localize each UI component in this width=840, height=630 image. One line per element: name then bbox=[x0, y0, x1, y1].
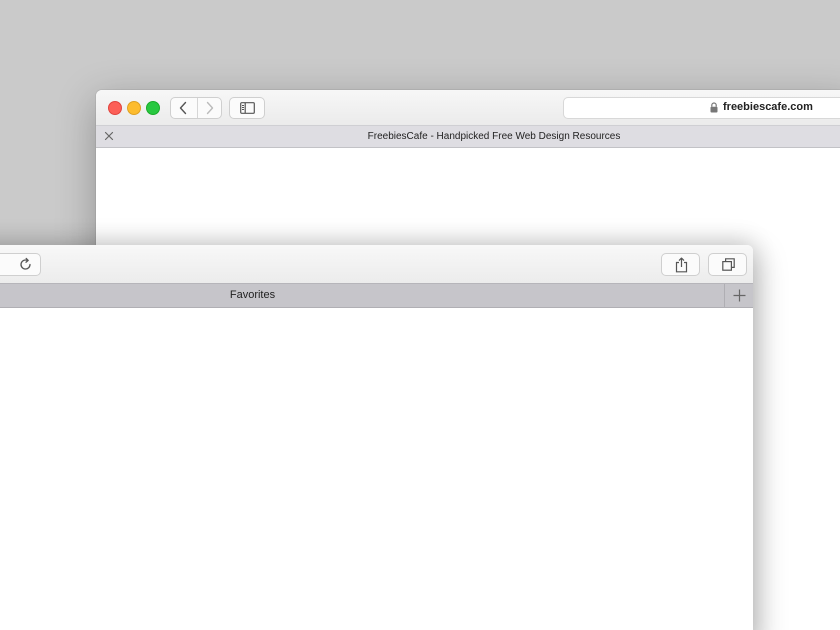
window-minimize-button[interactable] bbox=[127, 101, 141, 115]
chevron-left-icon bbox=[179, 101, 187, 115]
chevron-right-icon bbox=[206, 101, 214, 115]
front-window-tab-bar: Favorites bbox=[0, 283, 753, 308]
forward-button[interactable] bbox=[197, 98, 223, 118]
address-bar-content: freebiescafe.com bbox=[710, 101, 813, 113]
front-window-toolbar bbox=[0, 245, 753, 283]
sidebar-toggle-button[interactable] bbox=[229, 97, 265, 119]
window-close-button[interactable] bbox=[108, 101, 122, 115]
front-browser-window[interactable]: Favorites bbox=[0, 245, 753, 630]
back-window-toolbar: freebiescafe.com bbox=[96, 90, 840, 125]
tab-title[interactable]: Favorites bbox=[0, 289, 545, 301]
window-zoom-button[interactable] bbox=[146, 101, 160, 115]
share-button[interactable] bbox=[661, 253, 700, 276]
tab-title[interactable]: FreebiesCafe - Handpicked Free Web Desig… bbox=[96, 131, 840, 142]
sidebar-icon bbox=[240, 102, 255, 114]
url-text: freebiescafe.com bbox=[723, 101, 813, 113]
navigation-buttons bbox=[170, 97, 222, 119]
lock-icon bbox=[710, 101, 718, 112]
tab-overview-button[interactable] bbox=[708, 253, 747, 276]
plus-icon bbox=[733, 289, 746, 302]
back-button[interactable] bbox=[171, 98, 196, 118]
reload-button[interactable] bbox=[0, 253, 41, 276]
new-tab-button[interactable] bbox=[724, 284, 753, 307]
tab-overview-icon bbox=[722, 258, 735, 271]
address-bar[interactable]: freebiescafe.com bbox=[563, 97, 840, 119]
share-icon bbox=[675, 257, 688, 273]
back-window-tab-bar: FreebiesCafe - Handpicked Free Web Desig… bbox=[96, 125, 840, 148]
reload-icon bbox=[20, 257, 31, 270]
desktop: freebiescafe.com FreebiesCafe - Handpick… bbox=[0, 0, 840, 630]
